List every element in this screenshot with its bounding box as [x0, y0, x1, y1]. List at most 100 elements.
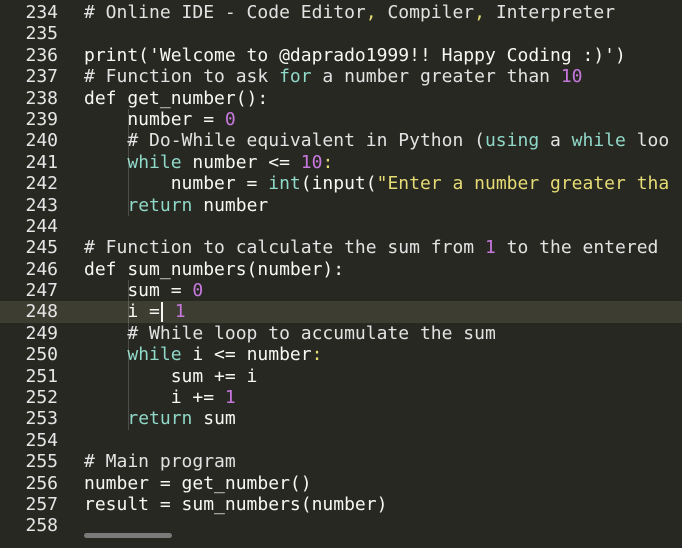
- line-number: 256: [25, 472, 58, 494]
- code-token-plain: def get_number():: [84, 87, 269, 109]
- line-number: 243: [25, 194, 58, 216]
- code-token-number: 1: [484, 237, 496, 259]
- code-token-number: 0: [192, 280, 204, 302]
- code-line[interactable]: 247 sum = 0: [0, 280, 682, 301]
- code-token-keyword: while: [127, 344, 182, 366]
- code-line[interactable]: 237 # Function to ask for a number greate…: [0, 66, 682, 87]
- line-number: 252: [25, 387, 58, 409]
- line-number: 249: [25, 322, 58, 344]
- code-token-punct: :: [322, 151, 334, 173]
- code-line[interactable]: 242 number = int(input("Enter a number g…: [0, 173, 682, 194]
- code-token-keyword: return: [127, 194, 193, 216]
- code-line[interactable]: 244: [0, 216, 682, 237]
- code-line[interactable]: 254: [0, 430, 682, 451]
- code-token-plain: sum =: [84, 280, 193, 302]
- code-text: i = 1: [84, 301, 186, 323]
- horizontal-scrollbar-thumb[interactable]: [84, 533, 172, 538]
- code-line[interactable]: 246 def sum_numbers(number):: [0, 259, 682, 280]
- code-text: sum += i: [84, 365, 258, 387]
- line-number: 241: [25, 151, 58, 173]
- code-line[interactable]: 234 # Online IDE - Code Editor, Compiler,…: [0, 2, 682, 23]
- code-token-punct: ,: [365, 2, 377, 23]
- line-number: 247: [25, 280, 58, 302]
- line-number: 242: [25, 173, 58, 195]
- code-token-plain: number: [192, 194, 269, 216]
- indent-guide: [128, 280, 129, 430]
- code-token-comment: a number greater than: [311, 66, 561, 88]
- line-number: 235: [25, 23, 58, 45]
- indent-guide: [128, 109, 129, 216]
- code-line[interactable]: 240 # Do-While equivalent in Python (usi…: [0, 130, 682, 151]
- code-token-comment: # Do-While equivalent in Python (: [84, 130, 485, 152]
- code-editor[interactable]: 234 # Online IDE - Code Editor, Compiler,…: [0, 2, 682, 536]
- code-line[interactable]: 251 sum += i: [0, 366, 682, 387]
- code-line[interactable]: 256 number = get_number(): [0, 473, 682, 494]
- code-line[interactable]: 248 i = 1: [0, 301, 682, 323]
- code-line[interactable]: 235: [0, 23, 682, 44]
- code-line[interactable]: 255 # Main program: [0, 451, 682, 472]
- code-token-plain: def sum_numbers(number):: [84, 258, 345, 280]
- code-token-comment: # Function to calculate the sum from: [84, 237, 485, 259]
- code-line[interactable]: 241 while number <= 10:: [0, 152, 682, 173]
- code-text: def sum_numbers(number):: [84, 259, 344, 280]
- text-cursor: [160, 302, 163, 323]
- code-text: return number: [84, 195, 268, 216]
- code-token-plain: i <= number: [181, 344, 312, 366]
- code-token-plain: i =: [84, 301, 160, 323]
- code-text: # Main program: [84, 451, 236, 472]
- code-line[interactable]: 257 result = sum_numbers(number): [0, 494, 682, 515]
- code-token-plain: number = get_number(): [84, 472, 312, 494]
- code-token-comment: a: [539, 130, 572, 152]
- line-number: 257: [25, 493, 58, 515]
- line-number: 248: [25, 301, 58, 323]
- code-token-number: 1: [174, 301, 186, 323]
- line-number: 253: [25, 408, 58, 430]
- code-text: result = sum_numbers(number): [84, 494, 387, 515]
- code-line[interactable]: 252 i += 1: [0, 387, 682, 408]
- code-text: def get_number():: [84, 88, 268, 109]
- horizontal-scrollbar[interactable]: [0, 533, 682, 548]
- code-line[interactable]: 236 print('Welcome to @daprado1999!! Happ…: [0, 45, 682, 66]
- code-token-comment: Interpreter: [485, 2, 616, 23]
- code-token-number: 0: [224, 108, 236, 130]
- code-line[interactable]: 245 # Function to calculate the sum from …: [0, 237, 682, 258]
- code-token-number: 10: [300, 151, 323, 173]
- code-line[interactable]: 239 number = 0: [0, 109, 682, 130]
- code-text: # Function to calculate the sum from 1 t…: [84, 237, 669, 258]
- code-token-plain: i +=: [84, 387, 225, 409]
- code-token-number: 10: [560, 66, 583, 88]
- code-token-comment: Compiler: [376, 2, 475, 23]
- code-line[interactable]: 250 while i <= number:: [0, 344, 682, 365]
- code-token-plain: number =: [84, 173, 269, 195]
- code-line[interactable]: 238 def get_number():: [0, 88, 682, 109]
- code-text: # Online IDE - Code Editor, Compiler, In…: [84, 2, 615, 23]
- line-number: 240: [25, 130, 58, 152]
- code-token-keyword: return: [127, 408, 193, 430]
- code-token-string: "Enter a number greater tha: [376, 173, 670, 195]
- line-number: 237: [25, 66, 58, 88]
- code-text: number = 0: [84, 108, 236, 130]
- code-token-comment: to the entered: [495, 237, 670, 259]
- code-token-plain: sum: [192, 408, 236, 430]
- code-text: while i <= number:: [84, 344, 322, 365]
- code-token-plain: print('Welcome to @daprado1999!! Happy C…: [84, 44, 626, 66]
- code-token-comment: # Main program: [84, 451, 236, 473]
- line-number: 234: [25, 2, 58, 23]
- line-number: 239: [25, 108, 58, 130]
- code-line[interactable]: 243 return number: [0, 195, 682, 216]
- line-number: 258: [25, 515, 58, 536]
- code-line[interactable]: 253 return sum: [0, 408, 682, 429]
- code-token-plain: sum += i: [84, 365, 258, 387]
- code-text: # Function to ask for a number greater t…: [84, 66, 583, 87]
- code-token-keyword: for: [279, 66, 312, 88]
- code-text: while number <= 10:: [84, 152, 333, 173]
- code-line[interactable]: 249 # While loop to accumulate the sum: [0, 323, 682, 344]
- code-token-punct: :: [311, 344, 323, 366]
- code-token-comment: # Online IDE - Code Editor: [84, 2, 366, 23]
- code-token-plain: (input(: [300, 173, 377, 195]
- code-token-comment: # Function to ask: [84, 66, 280, 88]
- code-token-keyword: while: [127, 151, 182, 173]
